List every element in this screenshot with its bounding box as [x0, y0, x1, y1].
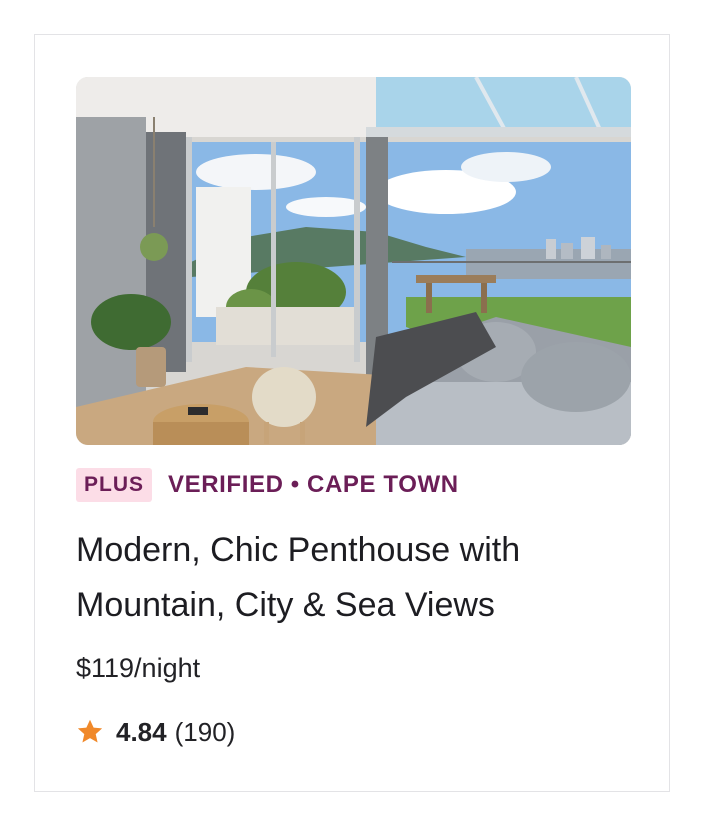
listing-meta: PLUS VERIFIED • CAPE TOWN [76, 467, 459, 503]
listing-title[interactable]: Modern, Chic Penthouse with Mountain, Ci… [76, 523, 636, 633]
listing-photo[interactable] [76, 77, 631, 445]
review-count: (190) [174, 716, 236, 747]
listing-price: $119/night [76, 653, 201, 683]
verified-location-label: VERIFIED • CAPE TOWN [168, 471, 459, 498]
plus-badge: PLUS [76, 468, 153, 502]
listing-card[interactable]: PLUS VERIFIED • CAPE TOWN Modern, Chic P… [34, 34, 670, 792]
star-icon [77, 719, 103, 743]
rating-score: 4.84 [116, 716, 167, 747]
listing-rating: 4.84 (190) [76, 715, 235, 749]
